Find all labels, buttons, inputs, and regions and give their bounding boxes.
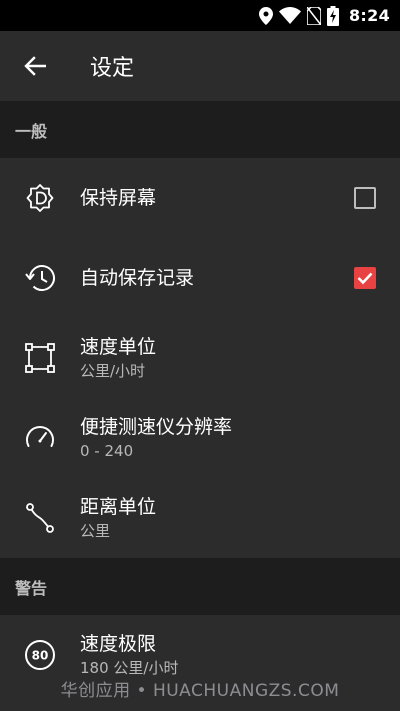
route-icon <box>26 503 54 533</box>
app-bar: 设定 <box>0 31 400 101</box>
setting-value: 公里/小时 <box>80 362 146 380</box>
setting-distance-unit[interactable]: 距离单位 公里 <box>0 478 400 558</box>
section-header-general: 一般 <box>0 101 400 158</box>
history-icon <box>25 265 55 291</box>
speed-limit-80-icon: 80 <box>25 640 55 670</box>
watermark: 华创应用 • HUACHUANGZS.COM <box>60 681 340 701</box>
screen-on-icon <box>26 184 54 212</box>
setting-title: 便捷测速仪分辨率 <box>80 416 233 438</box>
vector-square-icon <box>25 343 55 373</box>
setting-speed-unit[interactable]: 速度单位 公里/小时 <box>0 318 400 398</box>
keep-screen-checkbox[interactable] <box>354 187 376 209</box>
back-button[interactable] <box>0 31 70 101</box>
location-icon <box>259 6 273 25</box>
no-sim-icon <box>307 6 321 25</box>
page-title: 设定 <box>90 56 135 81</box>
speed-limit-icon-text: 80 <box>32 649 49 663</box>
auto-save-checkbox[interactable] <box>354 267 376 289</box>
battery-charging-icon <box>327 5 339 26</box>
arrow-left-icon <box>24 56 46 76</box>
wifi-icon <box>279 7 301 24</box>
setting-title: 距离单位 <box>80 496 157 518</box>
speedometer-icon <box>26 425 54 447</box>
status-time: 8:24 <box>349 6 390 25</box>
setting-auto-save[interactable]: 自动保存记录 <box>0 238 400 318</box>
setting-keep-screen[interactable]: 保持屏幕 <box>0 158 400 238</box>
status-bar: 8:24 <box>0 0 400 31</box>
setting-value: 公里 <box>80 522 111 540</box>
setting-value: 0 - 240 <box>80 442 134 460</box>
setting-title: 速度极限 <box>80 633 157 655</box>
setting-speedometer-resolution[interactable]: 便捷测速仪分辨率 0 - 240 <box>0 398 400 478</box>
setting-title: 自动保存记录 <box>80 267 195 289</box>
section-header-warning: 警告 <box>0 558 400 615</box>
setting-title: 保持屏幕 <box>80 187 157 209</box>
check-icon <box>357 272 373 285</box>
setting-title: 速度单位 <box>80 336 157 358</box>
